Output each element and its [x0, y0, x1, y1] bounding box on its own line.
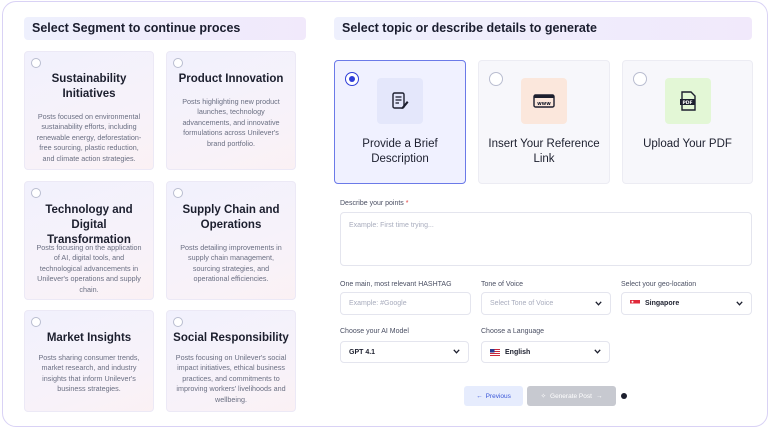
tone-select[interactable]: Select Tone of Voice — [481, 292, 611, 315]
tone-placeholder: Select Tone of Voice — [490, 300, 554, 307]
singapore-flag-icon — [630, 300, 640, 307]
option-radio[interactable] — [633, 72, 647, 86]
model-select[interactable]: GPT 4.1 — [340, 341, 469, 363]
segment-description: Posts focused on environmental sustainab… — [36, 112, 142, 163]
segment-description: Posts detailing improvements in supply c… — [180, 243, 282, 284]
segment-radio[interactable] — [173, 58, 183, 68]
option-brief-description[interactable]: Provide a Brief Description — [334, 60, 466, 184]
tone-label: Tone of Voice — [481, 281, 524, 288]
segment-radio[interactable] — [31, 317, 41, 327]
segment-description: Posts focusing on the application of AI,… — [36, 243, 142, 294]
geo-select[interactable]: Singapore — [621, 292, 752, 315]
segment-radio[interactable] — [31, 188, 41, 198]
svg-text:www: www — [537, 101, 551, 107]
segment-title: Market Insights — [46, 332, 132, 344]
option-radio[interactable] — [489, 72, 503, 86]
previous-label: Previous — [485, 392, 511, 400]
segment-card-supply-chain[interactable]: Supply Chain and Operations Posts detaili… — [166, 181, 296, 300]
hashtag-input[interactable]: Example: #Google — [340, 292, 471, 315]
generate-post-button[interactable]: ✧ Generate Post → — [527, 386, 616, 406]
segment-radio[interactable] — [173, 188, 183, 198]
segment-card-sustainability[interactable]: Sustainability Initiatives Posts focused … — [24, 51, 154, 170]
segment-section-title: Select Segment to continue proces — [24, 17, 306, 40]
chevron-down-icon — [594, 349, 601, 354]
document-edit-icon — [377, 78, 423, 124]
language-label: Choose a Language — [481, 328, 545, 335]
segment-title: Supply Chain and Operations — [182, 204, 280, 231]
segment-card-technology-digital[interactable]: Technology and Digital Transformation Pos… — [24, 181, 154, 300]
geo-label: Select your geo-location — [621, 281, 697, 288]
hashtag-label: One main, most relevant HASHTAG — [340, 281, 452, 288]
hashtag-placeholder: Example: #Google — [349, 300, 407, 307]
model-value: GPT 4.1 — [349, 348, 376, 356]
arrow-left-icon: ← — [476, 392, 483, 400]
model-label: Choose your AI Model — [340, 328, 409, 335]
segment-card-market-insights[interactable]: Market Insights Posts sharing consumer tr… — [24, 310, 154, 412]
www-link-icon: www — [521, 78, 567, 124]
segment-description: Posts focusing on Unilever's social impa… — [175, 353, 287, 404]
segment-card-product-innovation[interactable]: Product Innovation Posts highlighting new… — [166, 51, 296, 170]
option-label: Provide a Brief Description — [362, 138, 438, 165]
describe-placeholder: Example: First time trying... — [349, 222, 434, 229]
describe-points-textarea[interactable]: Example: First time trying... — [340, 212, 752, 266]
segment-title: Sustainability Initiatives — [51, 73, 127, 100]
segment-title: Technology and Digital Transformation — [45, 204, 133, 246]
arrow-right-icon: → — [595, 392, 603, 400]
segment-title: Product Innovation — [178, 73, 284, 85]
chevron-down-icon — [453, 349, 460, 354]
segment-description: Posts highlighting new product launches,… — [182, 97, 280, 148]
language-value: English — [505, 348, 531, 356]
segment-title: Social Responsibility — [173, 332, 289, 344]
geo-value: Singapore — [645, 300, 680, 307]
info-icon[interactable] — [621, 393, 627, 399]
segment-description: Posts sharing consumer trends, market re… — [38, 353, 140, 394]
us-flag-icon — [490, 348, 500, 356]
option-label: Insert Your Reference Link — [488, 138, 600, 165]
pdf-file-icon: PDF — [665, 78, 711, 124]
segment-card-social-responsibility[interactable]: Social Responsibility Posts focusing on U… — [166, 310, 296, 412]
option-label: Upload Your PDF — [643, 138, 732, 150]
describe-label: Describe your points * — [340, 200, 409, 207]
svg-text:PDF: PDF — [682, 100, 692, 106]
option-radio[interactable] — [345, 72, 359, 86]
segment-radio[interactable] — [173, 317, 183, 327]
topic-section-title: Select topic or describe details to gene… — [334, 17, 752, 40]
chevron-down-icon — [595, 300, 602, 306]
sparkle-icon: ✧ — [540, 393, 547, 400]
option-reference-link[interactable]: www Insert Your Reference Link — [478, 60, 610, 184]
chevron-down-icon — [736, 300, 743, 306]
language-select[interactable]: English — [481, 341, 610, 363]
segment-radio[interactable] — [31, 58, 41, 68]
previous-button[interactable]: ← Previous — [464, 386, 523, 406]
option-upload-pdf[interactable]: PDF Upload Your PDF — [622, 60, 753, 184]
generate-label: Generate Post — [550, 392, 592, 400]
